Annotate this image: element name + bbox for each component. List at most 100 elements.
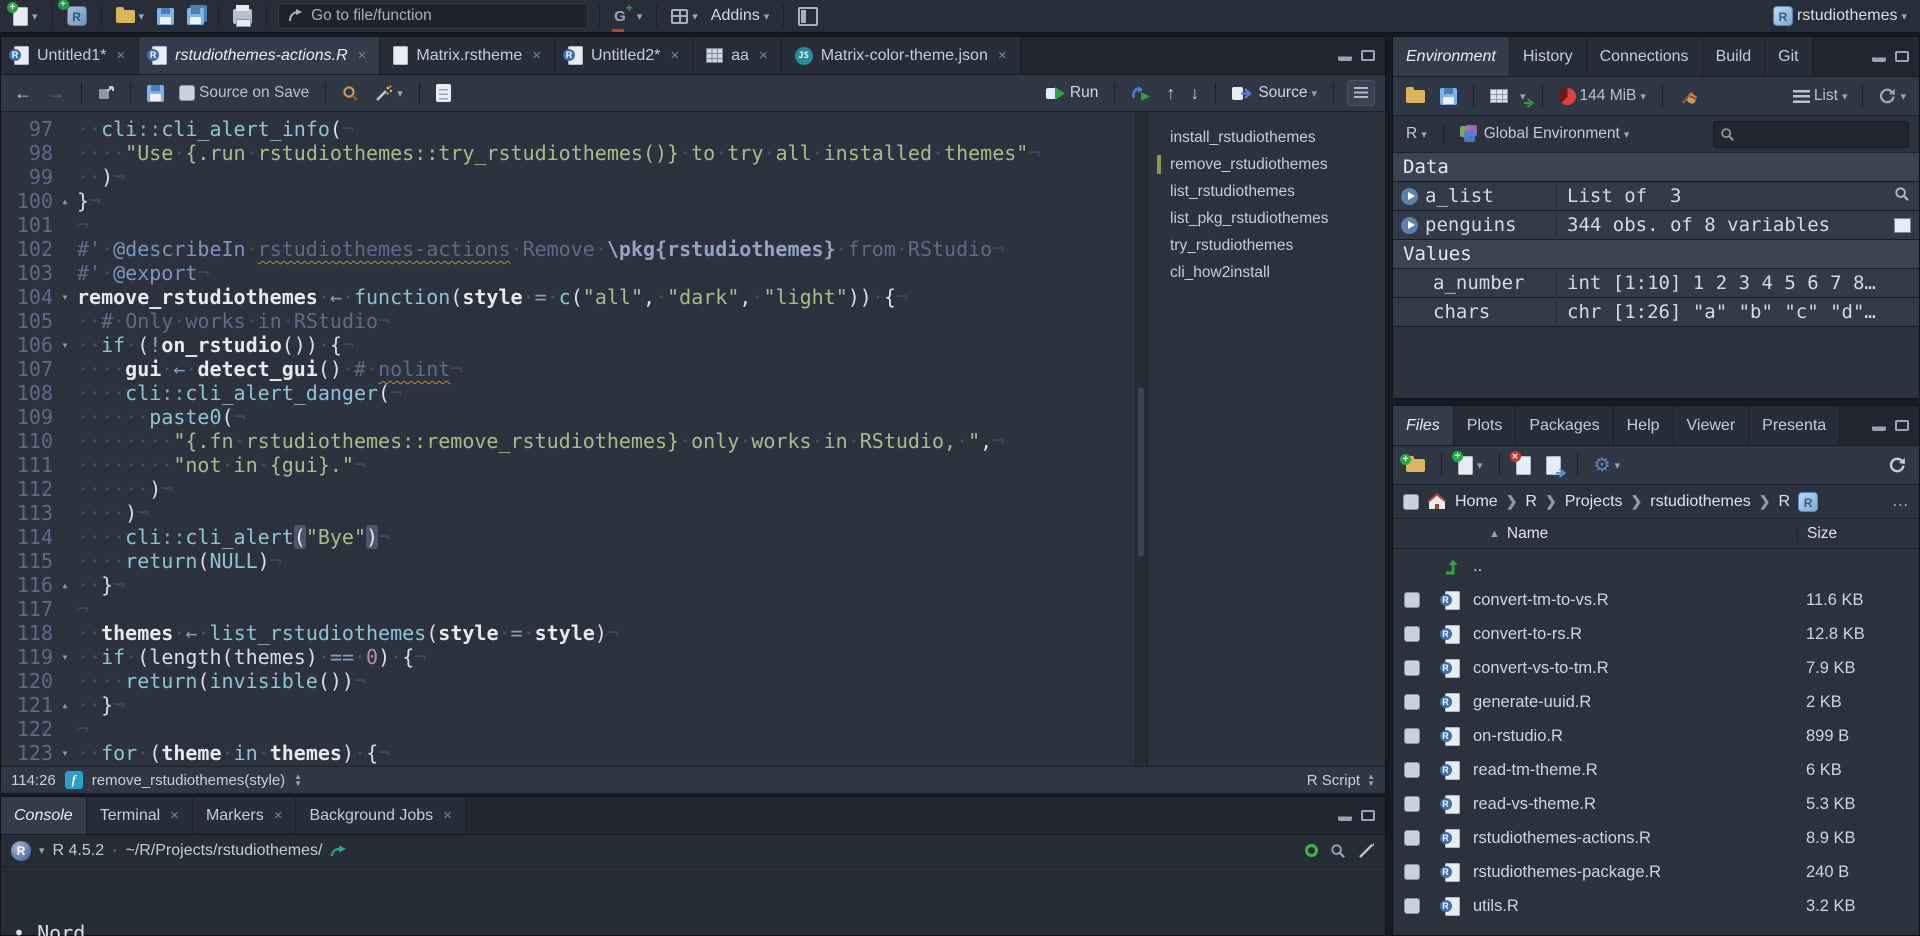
- code-line[interactable]: 106 ▾ ··if·(!on_rstudio())·{¬: [1, 333, 1135, 357]
- import-dataset-button[interactable]: ▾: [1487, 87, 1534, 108]
- close-icon[interactable]: ×: [670, 47, 679, 64]
- new-blank-file-button[interactable]: + ▾: [1452, 450, 1486, 477]
- session-status-icon[interactable]: [1305, 844, 1318, 857]
- environment-search-input[interactable]: [1713, 120, 1909, 148]
- maximize-icon[interactable]: [1895, 420, 1909, 431]
- code-line[interactable]: 105 ··#·Only·works·in·RStudio¬: [1, 309, 1135, 333]
- language-selector[interactable]: R ▾: [1403, 123, 1430, 145]
- code-line[interactable]: 114 ····cli::cli_alert("Bye")¬: [1, 525, 1135, 549]
- console-search-icon[interactable]: [1330, 843, 1346, 859]
- maximize-icon[interactable]: [1361, 810, 1375, 821]
- version-control-button[interactable]: G + ▾: [611, 1, 645, 32]
- tab-connections[interactable]: Connections: [1586, 37, 1703, 76]
- fold-marker[interactable]: ▾: [53, 741, 77, 765]
- environment-object-row[interactable]: a_number int [1:10] 1 2 3 4 5 6 7 8…: [1393, 269, 1919, 298]
- code-line[interactable]: 101 ¬: [1, 213, 1135, 237]
- file-name[interactable]: generate-uuid.R: [1473, 693, 1797, 712]
- close-icon[interactable]: ×: [358, 47, 367, 64]
- filetype-stepper-icon[interactable]: ▲ ▼: [1367, 772, 1375, 787]
- print-button[interactable]: [230, 4, 255, 27]
- tab-presenta[interactable]: Presenta: [1749, 406, 1841, 445]
- file-row[interactable]: Rread-tm-theme.R 6 KB: [1393, 753, 1919, 787]
- scope-stepper-icon[interactable]: ▲ ▼: [294, 772, 302, 787]
- scrollbar-thumb[interactable]: [1138, 386, 1144, 557]
- popout-button[interactable]: [95, 84, 117, 102]
- code-line[interactable]: 103 #'·@export¬: [1, 261, 1135, 285]
- maximize-icon[interactable]: [1361, 50, 1375, 61]
- checkbox-icon[interactable]: [1404, 762, 1420, 778]
- file-name[interactable]: convert-to-rs.R: [1473, 625, 1797, 644]
- tab-files[interactable]: Files: [1393, 406, 1454, 445]
- code-line[interactable]: 110 ········"{.fn·rstudiothemes::remove_r…: [1, 429, 1135, 453]
- save-all-button[interactable]: [184, 6, 207, 27]
- code-line[interactable]: 98 ····"Use·{.run·rstudiothemes::try_rstu…: [1, 141, 1135, 165]
- code-line[interactable]: 108 ····cli::cli_alert_danger(¬: [1, 381, 1135, 405]
- environment-object-row[interactable]: chars chr [1:26] "a" "b" "c" "d"…: [1393, 298, 1919, 327]
- refresh-environment-button[interactable]: ▾: [1875, 86, 1909, 107]
- goto-file-function-input[interactable]: Go to file/function: [278, 3, 589, 29]
- outline-item[interactable]: try_rstudiothemes: [1148, 232, 1385, 259]
- fold-marker[interactable]: ▾: [53, 285, 77, 309]
- new-folder-button[interactable]: +: [1400, 453, 1428, 474]
- code-line[interactable]: 112 ······)¬: [1, 477, 1135, 501]
- fold-marker[interactable]: ▴: [53, 573, 77, 597]
- file-name[interactable]: convert-vs-to-tm.R: [1473, 659, 1797, 678]
- expand-icon[interactable]: [1401, 216, 1418, 234]
- new-file-button[interactable]: + ▾: [7, 1, 41, 28]
- tab-aa[interactable]: aa ×: [693, 37, 782, 74]
- display-mode-button[interactable]: List ▾: [1790, 85, 1851, 107]
- checkbox-icon[interactable]: [1404, 728, 1420, 744]
- parent-directory-row[interactable]: ..: [1393, 549, 1919, 583]
- document-outline-toggle[interactable]: [1347, 80, 1375, 106]
- files-pane-controls[interactable]: [1872, 406, 1919, 445]
- forward-button[interactable]: →: [44, 82, 68, 104]
- console-output[interactable]: • Nord [n,k,q]:: [1, 867, 1385, 936]
- minimize-icon[interactable]: [1872, 51, 1886, 62]
- checkbox-icon[interactable]: [1404, 660, 1420, 676]
- outline-item[interactable]: list_rstudiothemes: [1148, 178, 1385, 205]
- checkbox-icon[interactable]: [1404, 898, 1420, 914]
- code-line[interactable]: 104 ▾ remove_rstudiothemes·←·function(styl…: [1, 285, 1135, 309]
- breadcrumb-item[interactable]: rstudiothemes: [1650, 493, 1751, 511]
- checkbox-icon[interactable]: [1404, 694, 1420, 710]
- outline-item[interactable]: cli_how2install: [1148, 259, 1385, 286]
- file-name[interactable]: rstudiothemes-actions.R: [1473, 829, 1797, 848]
- clear-workspace-button[interactable]: [1676, 85, 1703, 107]
- more-file-commands-button[interactable]: ⚙ ▾: [1591, 454, 1624, 477]
- minimize-icon[interactable]: [1338, 50, 1352, 61]
- go-previous-section-button[interactable]: ↑: [1163, 82, 1178, 104]
- code-line[interactable]: 113 ····)¬: [1, 501, 1135, 525]
- code-line[interactable]: 123 ▾ ··for·(theme·in·themes)·{¬: [1, 741, 1135, 765]
- editor-save-button[interactable]: [144, 83, 167, 104]
- code-editor[interactable]: 97 ··cli::cli_alert_info(¬ 98 ····"Use·{.ru…: [1, 112, 1135, 766]
- addins-button[interactable]: Addins ▾: [708, 5, 772, 27]
- code-line[interactable]: 119 ▾ ··if·(length(themes)·==·0)·{¬: [1, 645, 1135, 669]
- close-icon[interactable]: ×: [170, 807, 179, 824]
- minimize-icon[interactable]: [1338, 810, 1352, 821]
- tab-environment[interactable]: Environment: [1393, 37, 1510, 76]
- save-button[interactable]: [154, 6, 177, 27]
- fold-marker[interactable]: ▾: [53, 333, 77, 357]
- source-button[interactable]: Source ▾: [1229, 82, 1320, 104]
- tab-git[interactable]: Git: [1765, 37, 1813, 76]
- editor-scrollbar[interactable]: [1135, 112, 1147, 766]
- clear-console-icon[interactable]: [1358, 842, 1375, 859]
- back-button[interactable]: ←: [11, 82, 35, 104]
- file-row[interactable]: Rrstudiothemes-package.R 240 B: [1393, 855, 1919, 889]
- file-row[interactable]: Rutils.R 3.2 KB: [1393, 889, 1919, 923]
- minimize-icon[interactable]: [1872, 420, 1886, 431]
- compile-report-button[interactable]: [433, 82, 454, 104]
- pane-layout-button[interactable]: [795, 5, 821, 28]
- file-row[interactable]: Rconvert-vs-to-tm.R 7.9 KB: [1393, 651, 1919, 685]
- code-line[interactable]: 100 ▴}¬: [1, 189, 1135, 213]
- project-icon[interactable]: R: [1798, 491, 1819, 512]
- tab-packages[interactable]: Packages: [1516, 406, 1614, 445]
- source-on-save-checkbox[interactable]: Source on Save: [176, 82, 312, 104]
- tab-untitled1-[interactable]: R Untitled1* ×: [1, 37, 140, 74]
- outline-item[interactable]: list_pkg_rstudiothemes: [1148, 205, 1385, 232]
- tab-rstudiothemes-actions-r[interactable]: Rrstudiothemes-actions.R ×: [139, 37, 381, 74]
- code-tools-button[interactable]: ▾: [371, 83, 406, 104]
- file-row[interactable]: Rread-vs-theme.R 5.3 KB: [1393, 787, 1919, 821]
- environment-object-row[interactable]: penguins 344 obs. of 8 variables: [1393, 211, 1919, 240]
- breadcrumb-item[interactable]: Projects: [1565, 493, 1623, 511]
